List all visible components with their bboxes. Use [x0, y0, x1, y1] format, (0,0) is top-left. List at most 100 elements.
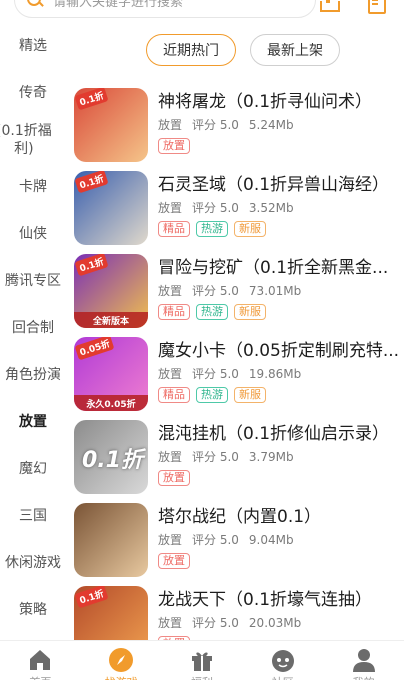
- game-list-item[interactable]: 0.1折 石灵圣域（0.1折异兽山海经） 放置 评分 5.0 3.52Mb 精品 热游 新服: [74, 169, 404, 252]
- game-title[interactable]: 神将屠龙（0.1折寻仙问术）: [158, 90, 404, 114]
- game-meta: 放置 评分 5.0 3.79Mb: [158, 450, 404, 464]
- game-title[interactable]: 龙战天下（0.1折壕气连抽）: [158, 588, 404, 612]
- game-tag: 精品: [158, 304, 190, 320]
- nav-label: 首页: [29, 674, 51, 680]
- game-meta: 放置 评分 5.0 19.86Mb: [158, 367, 404, 381]
- nav-home[interactable]: 首页: [0, 641, 81, 680]
- category-sidebar: 精选 传奇 (0.1折福 利) 卡牌 仙侠 腾讯专区 回合制 角色扮演 放置 魔幻 三国 休闲游戏 策略: [0, 22, 66, 633]
- nav-community[interactable]: 社区: [242, 641, 323, 680]
- sidebar-item[interactable]: 放置: [0, 398, 66, 445]
- game-tag: 新服: [234, 387, 266, 403]
- game-tag: 精品: [158, 387, 190, 403]
- search-placeholder: 请输入关键字进行搜索: [53, 0, 184, 10]
- icon-banner: 永久0.05折: [74, 395, 148, 411]
- game-tag: 新服: [234, 221, 266, 237]
- sidebar-item[interactable]: 腾讯专区: [0, 257, 66, 304]
- game-rating: 评分 5.0: [192, 616, 239, 630]
- game-list-item[interactable]: 0.1折 神将屠龙（0.1折寻仙问术） 放置 评分 5.0 5.24Mb 放置: [74, 86, 404, 169]
- nav-compass[interactable]: 找游戏: [81, 641, 162, 680]
- game-genre: 放置: [158, 616, 183, 630]
- sidebar-item[interactable]: 卡牌: [0, 163, 66, 210]
- game-title[interactable]: 塔尔战纪（内置0.1）: [158, 505, 404, 529]
- game-tag: 热游: [196, 304, 228, 320]
- game-info: 冒险与挖矿（0.1折全新黑金... 放置 评分 5.0 73.01Mb 精品 热游 新服: [158, 256, 404, 320]
- game-tags: 精品 热游 新服: [158, 387, 404, 403]
- game-tags: 放置: [158, 553, 404, 569]
- icon-discount-text: 0.1折: [82, 448, 143, 473]
- game-info: 石灵圣域（0.1折异兽山海经） 放置 评分 5.0 3.52Mb 精品 热游 新服: [158, 173, 404, 237]
- game-rating: 评分 5.0: [192, 367, 239, 381]
- tab-recent-hot[interactable]: 近期热门: [146, 34, 236, 66]
- game-genre: 放置: [158, 450, 183, 464]
- sidebar-item[interactable]: 魔幻: [0, 445, 66, 492]
- game-size: 3.79Mb: [248, 450, 294, 464]
- game-list: 0.1折 神将屠龙（0.1折寻仙问术） 放置 评分 5.0 5.24Mb 放置 0.1折 石灵…: [74, 86, 404, 667]
- game-list-item[interactable]: 0.1折 全新版本 冒险与挖矿（0.1折全新黑金... 放置 评分 5.0 73.01Mb…: [74, 252, 404, 335]
- game-icon[interactable]: 0.1折: [74, 171, 148, 245]
- search-bar[interactable]: 请输入关键字进行搜索: [14, 0, 316, 18]
- sidebar-item[interactable]: 休闲游戏: [0, 539, 66, 586]
- nav-gift[interactable]: 福利: [162, 641, 243, 680]
- game-meta: 放置 评分 5.0 3.52Mb: [158, 201, 404, 215]
- nav-user[interactable]: 我的: [323, 641, 404, 680]
- game-icon[interactable]: [74, 503, 148, 577]
- game-title[interactable]: 魔女小卡（0.05折定制刷充特...: [158, 339, 404, 363]
- game-icon[interactable]: 0.05折永久0.05折: [74, 337, 148, 411]
- sidebar-item[interactable]: 仙侠: [0, 210, 66, 257]
- nav-label: 福利: [191, 674, 213, 680]
- game-genre: 放置: [158, 201, 183, 215]
- sidebar-item[interactable]: 三国: [0, 492, 66, 539]
- game-size: 9.04Mb: [248, 533, 294, 547]
- game-genre: 放置: [158, 284, 183, 298]
- game-icon[interactable]: 0.1折: [74, 88, 148, 162]
- game-rating: 评分 5.0: [192, 118, 239, 132]
- game-info: 魔女小卡（0.05折定制刷充特... 放置 评分 5.0 19.86Mb 精品 热游 新服: [158, 339, 404, 403]
- discount-badge: 0.1折: [74, 586, 109, 609]
- home-icon: [27, 647, 53, 673]
- game-info: 塔尔战纪（内置0.1） 放置 评分 5.0 9.04Mb 放置: [158, 505, 404, 569]
- game-genre: 放置: [158, 367, 183, 381]
- community-icon: [270, 647, 296, 673]
- download-icon[interactable]: [318, 0, 340, 12]
- nav-label: 我的: [353, 674, 375, 680]
- search-icon: [27, 0, 43, 8]
- game-tags: 放置: [158, 138, 404, 154]
- game-size: 3.52Mb: [248, 201, 294, 215]
- tab-newest[interactable]: 最新上架: [250, 34, 340, 66]
- game-list-item[interactable]: 0.1折 混沌挂机（0.1折修仙启示录） 放置 评分 5.0 3.79Mb 放置: [74, 418, 404, 501]
- game-tags: 精品 热游 新服: [158, 221, 404, 237]
- game-size: 20.03Mb: [248, 616, 302, 630]
- game-genre: 放置: [158, 533, 183, 547]
- game-tag: 精品: [158, 221, 190, 237]
- game-tags: 精品 热游 新服: [158, 304, 404, 320]
- game-icon[interactable]: 0.1折 全新版本: [74, 254, 148, 328]
- sidebar-item[interactable]: 角色扮演: [0, 351, 66, 398]
- discount-badge: 0.1折: [74, 88, 109, 111]
- sidebar-item[interactable]: 策略: [0, 586, 66, 633]
- game-tag: 热游: [196, 387, 228, 403]
- sidebar-item[interactable]: 精选: [0, 22, 66, 69]
- game-title[interactable]: 石灵圣域（0.1折异兽山海经）: [158, 173, 404, 197]
- game-tag: 放置: [158, 138, 190, 154]
- game-size: 5.24Mb: [248, 118, 294, 132]
- game-title[interactable]: 混沌挂机（0.1折修仙启示录）: [158, 422, 404, 446]
- discount-badge: 0.1折: [74, 254, 109, 277]
- game-title[interactable]: 冒险与挖矿（0.1折全新黑金...: [158, 256, 404, 280]
- sidebar-item[interactable]: 传奇: [0, 69, 66, 116]
- game-icon[interactable]: 0.1折: [74, 420, 148, 494]
- sidebar-item[interactable]: 回合制: [0, 304, 66, 351]
- game-list-item[interactable]: 塔尔战纪（内置0.1） 放置 评分 5.0 9.04Mb 放置: [74, 501, 404, 584]
- game-meta: 放置 评分 5.0 9.04Mb: [158, 533, 404, 547]
- game-list-item[interactable]: 0.05折 永久0.05折 魔女小卡（0.05折定制刷充特... 放置 评分 5.0 19…: [74, 335, 404, 418]
- game-tag: 热游: [196, 221, 228, 237]
- nav-label: 找游戏: [105, 674, 138, 680]
- gift-icon: [189, 647, 215, 673]
- game-genre: 放置: [158, 118, 183, 132]
- game-meta: 放置 评分 5.0 5.24Mb: [158, 118, 404, 132]
- game-meta: 放置 评分 5.0 73.01Mb: [158, 284, 404, 298]
- game-rating: 评分 5.0: [192, 284, 239, 298]
- compass-icon: [108, 647, 134, 673]
- sidebar-item[interactable]: (0.1折福 利): [0, 116, 66, 163]
- discount-badge: 0.05折: [74, 337, 115, 361]
- document-icon[interactable]: [366, 0, 388, 14]
